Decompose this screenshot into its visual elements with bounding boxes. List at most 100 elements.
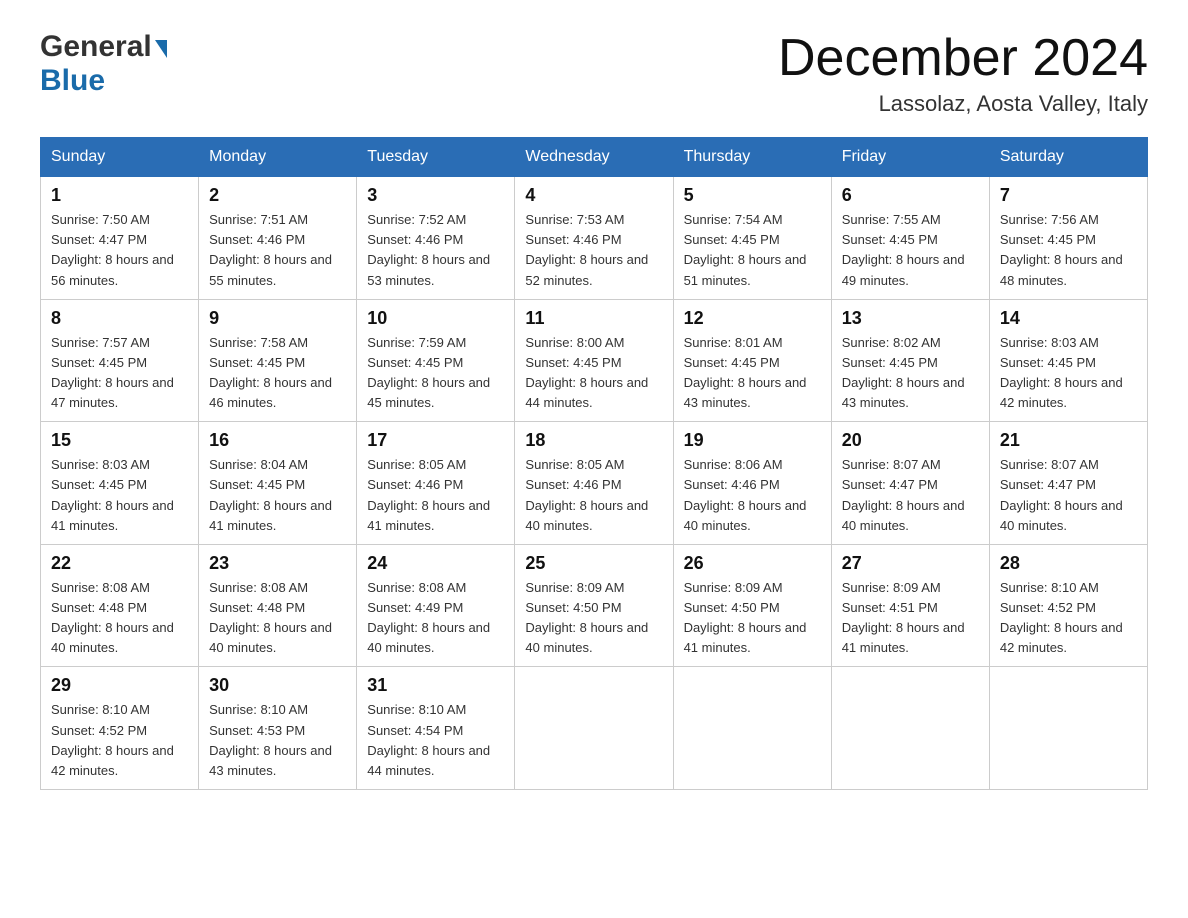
- title-section: December 2024 Lassolaz, Aosta Valley, It…: [778, 30, 1148, 117]
- table-row: 29 Sunrise: 8:10 AMSunset: 4:52 PMDaylig…: [41, 667, 199, 790]
- table-row: 8 Sunrise: 7:57 AMSunset: 4:45 PMDayligh…: [41, 299, 199, 422]
- day-number: 25: [525, 553, 662, 574]
- day-info: Sunrise: 7:53 AMSunset: 4:46 PMDaylight:…: [525, 210, 662, 291]
- day-info: Sunrise: 7:59 AMSunset: 4:45 PMDaylight:…: [367, 333, 504, 414]
- table-row: [515, 667, 673, 790]
- table-row: 20 Sunrise: 8:07 AMSunset: 4:47 PMDaylig…: [831, 422, 989, 545]
- day-info: Sunrise: 8:05 AMSunset: 4:46 PMDaylight:…: [367, 455, 504, 536]
- day-number: 20: [842, 430, 979, 451]
- day-number: 1: [51, 185, 188, 206]
- header-tuesday: Tuesday: [357, 138, 515, 177]
- day-info: Sunrise: 8:09 AMSunset: 4:51 PMDaylight:…: [842, 578, 979, 659]
- table-row: 2 Sunrise: 7:51 AMSunset: 4:46 PMDayligh…: [199, 177, 357, 300]
- table-row: 14 Sunrise: 8:03 AMSunset: 4:45 PMDaylig…: [989, 299, 1147, 422]
- day-number: 22: [51, 553, 188, 574]
- day-number: 27: [842, 553, 979, 574]
- table-row: 22 Sunrise: 8:08 AMSunset: 4:48 PMDaylig…: [41, 544, 199, 667]
- calendar-table: Sunday Monday Tuesday Wednesday Thursday…: [40, 137, 1148, 790]
- header-wednesday: Wednesday: [515, 138, 673, 177]
- day-number: 17: [367, 430, 504, 451]
- table-row: [673, 667, 831, 790]
- day-info: Sunrise: 8:07 AMSunset: 4:47 PMDaylight:…: [1000, 455, 1137, 536]
- day-info: Sunrise: 7:55 AMSunset: 4:45 PMDaylight:…: [842, 210, 979, 291]
- day-number: 28: [1000, 553, 1137, 574]
- day-number: 16: [209, 430, 346, 451]
- day-number: 3: [367, 185, 504, 206]
- table-row: 31 Sunrise: 8:10 AMSunset: 4:54 PMDaylig…: [357, 667, 515, 790]
- day-info: Sunrise: 8:04 AMSunset: 4:45 PMDaylight:…: [209, 455, 346, 536]
- day-info: Sunrise: 8:10 AMSunset: 4:54 PMDaylight:…: [367, 700, 504, 781]
- day-number: 5: [684, 185, 821, 206]
- table-row: 19 Sunrise: 8:06 AMSunset: 4:46 PMDaylig…: [673, 422, 831, 545]
- day-info: Sunrise: 7:56 AMSunset: 4:45 PMDaylight:…: [1000, 210, 1137, 291]
- table-row: 17 Sunrise: 8:05 AMSunset: 4:46 PMDaylig…: [357, 422, 515, 545]
- header-friday: Friday: [831, 138, 989, 177]
- day-info: Sunrise: 8:06 AMSunset: 4:46 PMDaylight:…: [684, 455, 821, 536]
- table-row: 27 Sunrise: 8:09 AMSunset: 4:51 PMDaylig…: [831, 544, 989, 667]
- day-info: Sunrise: 7:58 AMSunset: 4:45 PMDaylight:…: [209, 333, 346, 414]
- calendar-week-row: 8 Sunrise: 7:57 AMSunset: 4:45 PMDayligh…: [41, 299, 1148, 422]
- day-info: Sunrise: 8:08 AMSunset: 4:48 PMDaylight:…: [209, 578, 346, 659]
- day-info: Sunrise: 8:10 AMSunset: 4:52 PMDaylight:…: [51, 700, 188, 781]
- day-number: 29: [51, 675, 188, 696]
- day-number: 12: [684, 308, 821, 329]
- day-number: 31: [367, 675, 504, 696]
- day-number: 24: [367, 553, 504, 574]
- day-info: Sunrise: 8:05 AMSunset: 4:46 PMDaylight:…: [525, 455, 662, 536]
- day-number: 21: [1000, 430, 1137, 451]
- calendar-week-row: 22 Sunrise: 8:08 AMSunset: 4:48 PMDaylig…: [41, 544, 1148, 667]
- header-saturday: Saturday: [989, 138, 1147, 177]
- header-thursday: Thursday: [673, 138, 831, 177]
- table-row: 11 Sunrise: 8:00 AMSunset: 4:45 PMDaylig…: [515, 299, 673, 422]
- day-info: Sunrise: 8:08 AMSunset: 4:48 PMDaylight:…: [51, 578, 188, 659]
- table-row: 23 Sunrise: 8:08 AMSunset: 4:48 PMDaylig…: [199, 544, 357, 667]
- day-info: Sunrise: 8:10 AMSunset: 4:53 PMDaylight:…: [209, 700, 346, 781]
- day-info: Sunrise: 8:00 AMSunset: 4:45 PMDaylight:…: [525, 333, 662, 414]
- table-row: 6 Sunrise: 7:55 AMSunset: 4:45 PMDayligh…: [831, 177, 989, 300]
- location-title: Lassolaz, Aosta Valley, Italy: [778, 91, 1148, 117]
- day-number: 13: [842, 308, 979, 329]
- day-info: Sunrise: 7:51 AMSunset: 4:46 PMDaylight:…: [209, 210, 346, 291]
- table-row: [831, 667, 989, 790]
- day-number: 9: [209, 308, 346, 329]
- day-number: 4: [525, 185, 662, 206]
- day-info: Sunrise: 8:10 AMSunset: 4:52 PMDaylight:…: [1000, 578, 1137, 659]
- day-info: Sunrise: 8:03 AMSunset: 4:45 PMDaylight:…: [1000, 333, 1137, 414]
- table-row: 1 Sunrise: 7:50 AMSunset: 4:47 PMDayligh…: [41, 177, 199, 300]
- day-info: Sunrise: 8:09 AMSunset: 4:50 PMDaylight:…: [525, 578, 662, 659]
- day-number: 19: [684, 430, 821, 451]
- table-row: 25 Sunrise: 8:09 AMSunset: 4:50 PMDaylig…: [515, 544, 673, 667]
- table-row: 15 Sunrise: 8:03 AMSunset: 4:45 PMDaylig…: [41, 422, 199, 545]
- table-row: 21 Sunrise: 8:07 AMSunset: 4:47 PMDaylig…: [989, 422, 1147, 545]
- logo-triangle-icon: [155, 40, 167, 58]
- calendar-header-row: Sunday Monday Tuesday Wednesday Thursday…: [41, 138, 1148, 177]
- table-row: 16 Sunrise: 8:04 AMSunset: 4:45 PMDaylig…: [199, 422, 357, 545]
- day-info: Sunrise: 8:07 AMSunset: 4:47 PMDaylight:…: [842, 455, 979, 536]
- table-row: 18 Sunrise: 8:05 AMSunset: 4:46 PMDaylig…: [515, 422, 673, 545]
- day-number: 7: [1000, 185, 1137, 206]
- header-monday: Monday: [199, 138, 357, 177]
- table-row: 12 Sunrise: 8:01 AMSunset: 4:45 PMDaylig…: [673, 299, 831, 422]
- day-number: 14: [1000, 308, 1137, 329]
- calendar-week-row: 1 Sunrise: 7:50 AMSunset: 4:47 PMDayligh…: [41, 177, 1148, 300]
- day-info: Sunrise: 7:57 AMSunset: 4:45 PMDaylight:…: [51, 333, 188, 414]
- day-info: Sunrise: 7:54 AMSunset: 4:45 PMDaylight:…: [684, 210, 821, 291]
- logo-general: General: [40, 30, 152, 64]
- day-number: 8: [51, 308, 188, 329]
- day-number: 23: [209, 553, 346, 574]
- day-number: 18: [525, 430, 662, 451]
- day-info: Sunrise: 7:52 AMSunset: 4:46 PMDaylight:…: [367, 210, 504, 291]
- day-number: 2: [209, 185, 346, 206]
- day-number: 26: [684, 553, 821, 574]
- day-info: Sunrise: 8:01 AMSunset: 4:45 PMDaylight:…: [684, 333, 821, 414]
- table-row: 9 Sunrise: 7:58 AMSunset: 4:45 PMDayligh…: [199, 299, 357, 422]
- day-info: Sunrise: 8:02 AMSunset: 4:45 PMDaylight:…: [842, 333, 979, 414]
- day-number: 6: [842, 185, 979, 206]
- calendar-week-row: 15 Sunrise: 8:03 AMSunset: 4:45 PMDaylig…: [41, 422, 1148, 545]
- logo-blue: Blue: [40, 64, 105, 97]
- table-row: 28 Sunrise: 8:10 AMSunset: 4:52 PMDaylig…: [989, 544, 1147, 667]
- day-info: Sunrise: 8:08 AMSunset: 4:49 PMDaylight:…: [367, 578, 504, 659]
- month-title: December 2024: [778, 30, 1148, 87]
- table-row: 13 Sunrise: 8:02 AMSunset: 4:45 PMDaylig…: [831, 299, 989, 422]
- table-row: [989, 667, 1147, 790]
